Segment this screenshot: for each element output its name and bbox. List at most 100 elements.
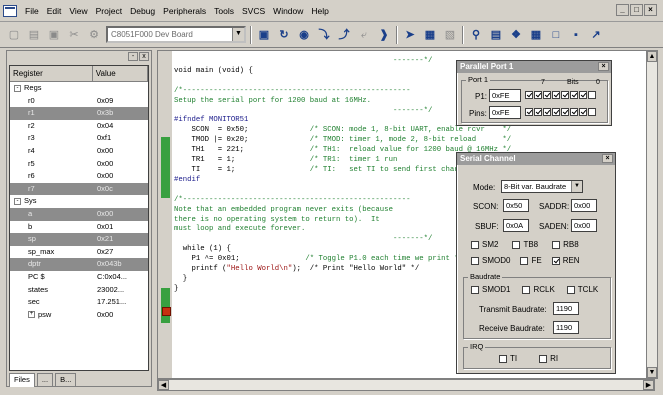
pins-bit-0[interactable] [588,108,596,116]
checkbox-rclk[interactable]: RCLK [522,285,555,294]
receive-baudrate-field[interactable]: 1190 [553,321,579,334]
step-over-icon[interactable]: ⤴ [336,27,352,43]
pins-bit-3[interactable] [561,108,569,116]
checkbox-ti[interactable]: TI [499,354,517,363]
register-row[interactable]: r7 0x0c [10,182,148,196]
register-row[interactable]: states 23002... [10,284,148,297]
run-to-cursor-icon[interactable]: ❱ [376,27,392,43]
show-next-statement-icon[interactable]: ➤ [402,27,418,43]
register-row[interactable]: sp_max 0x27 [10,246,148,259]
watch-icon[interactable]: ⚲ [468,27,484,43]
scroll-up-icon[interactable]: ▲ [647,51,657,62]
tab-0[interactable]: Files [9,373,35,387]
reset-icon[interactable]: ↻ [276,27,292,43]
build-icon[interactable]: ▣ [256,27,272,43]
step-out-icon[interactable]: ⤶ [356,27,372,43]
checkbox-fe[interactable]: FE [520,256,542,265]
serial-window-icon[interactable]: ❖ [508,27,524,43]
p1-bit-6[interactable] [534,91,542,99]
menu-edit[interactable]: Edit [43,0,66,22]
pins-bit-7[interactable] [525,108,533,116]
checkbox-tb8-box[interactable] [512,240,521,249]
memory-icon[interactable]: ▤ [488,27,504,43]
menu-view[interactable]: View [65,0,91,22]
register-row[interactable]: r5 0x00 [10,158,148,171]
pins-bit-6[interactable] [534,108,542,116]
cut-icon[interactable]: ✂ [66,27,82,43]
register-row[interactable]: a 0x00 [10,207,148,221]
checkbox-ren-box[interactable] [551,256,560,265]
disassembly-icon[interactable]: ▧ [442,27,458,43]
pins-bit-2[interactable] [570,108,578,116]
code-coverage-icon[interactable]: □ [548,27,564,43]
tree-collapse-icon[interactable]: - [14,84,21,92]
register-row[interactable]: r6 0x00 [10,170,148,183]
close-icon[interactable]: × [602,154,613,163]
target-select[interactable]: C8051F000 Dev Board ▼ [106,26,246,43]
menu-help[interactable]: Help [307,0,332,22]
pins-bit-1[interactable] [579,108,587,116]
checkbox-rclk-box[interactable] [522,285,531,294]
menu-tools[interactable]: Tools [210,0,238,22]
checkbox-sm2[interactable]: SM2 [471,240,498,249]
register-row[interactable]: dptr 0x043b [10,258,148,271]
close-icon[interactable]: × [598,62,609,71]
scon-field[interactable]: 0x50 [503,199,529,212]
menu-debug[interactable]: Debug [126,0,159,22]
menu-window[interactable]: Window [269,0,307,22]
checkbox-ti-box[interactable] [499,354,507,363]
checkbox-sm2-box[interactable] [471,240,479,249]
register-row[interactable]: r3 0xf1 [10,132,148,145]
column-header-register[interactable]: Register [10,66,93,81]
serial-channel-title[interactable]: Serial Channel × [457,153,615,165]
register-row[interactable]: sp 0x21 [10,233,148,246]
checkbox-smod1-box[interactable] [471,285,479,294]
p1-field[interactable]: 0xFE [489,89,521,102]
tree-expand-icon[interactable]: + [28,311,35,319]
register-row[interactable]: PC $ C:0x04... [10,271,148,284]
restore-icon[interactable]: □ [630,4,643,16]
p1-bit-4[interactable] [552,91,560,99]
column-header-value[interactable]: Value [93,66,148,81]
saden-field[interactable]: 0x00 [571,219,597,232]
save-icon[interactable]: ▣ [46,27,62,43]
minimize-icon[interactable]: _ [616,4,629,16]
parallel-port-title[interactable]: Parallel Port 1 × [457,61,611,73]
checkbox-tclk-box[interactable] [566,285,575,294]
mode-select[interactable]: 8-Bit var. Baudrate ▼ [501,180,583,193]
pins-bit-5[interactable] [543,108,551,116]
checkbox-ri[interactable]: RI [539,354,558,363]
checkbox-rb8[interactable]: RB8 [552,240,579,249]
scroll-left-icon[interactable]: ◀ [158,380,169,390]
menu-peripherals[interactable]: Peripherals [159,0,210,22]
register-row[interactable]: - Sys [10,195,148,208]
sbuf-field[interactable]: 0x0A [503,219,529,232]
p1-bit-2[interactable] [570,91,578,99]
register-row[interactable]: r0 0x09 [10,95,148,108]
p1-bit-7[interactable] [525,91,533,99]
checkbox-ren[interactable]: REN [551,256,580,265]
arrow-icon[interactable]: ↗ [588,27,604,43]
editor-horizontal-scrollbar[interactable]: ◀ ▶ [157,379,655,391]
editor-vertical-scrollbar[interactable]: ▲ ▼ [646,50,658,379]
tab-2[interactable]: B... [55,373,77,387]
checkbox-rb8-box[interactable] [552,240,561,249]
pins-bit-4[interactable] [552,108,560,116]
checkbox-smod0-box[interactable] [471,256,479,265]
target-options-icon[interactable]: ⚙ [86,27,102,43]
pane-close-icon[interactable]: x [139,52,149,61]
tree-collapse-icon[interactable]: - [14,197,21,205]
register-row[interactable]: sec 17.251... [10,296,148,309]
menu-svcs[interactable]: SVCS [238,0,269,22]
open-file-icon[interactable]: ▤ [26,27,42,43]
register-row[interactable]: + psw 0x00 [10,309,148,322]
toolbox-icon[interactable]: ▪ [568,27,584,43]
editor-gutter[interactable] [158,51,172,378]
transmit-baudrate-field[interactable]: 1190 [553,302,579,315]
p1-bit-0[interactable] [588,91,596,99]
breakpoint-icon[interactable]: ▦ [422,27,438,43]
menu-project[interactable]: Project [92,0,126,22]
register-row[interactable]: r4 0x00 [10,145,148,158]
close-icon[interactable]: × [644,4,657,16]
register-row[interactable]: - Regs [10,82,148,95]
